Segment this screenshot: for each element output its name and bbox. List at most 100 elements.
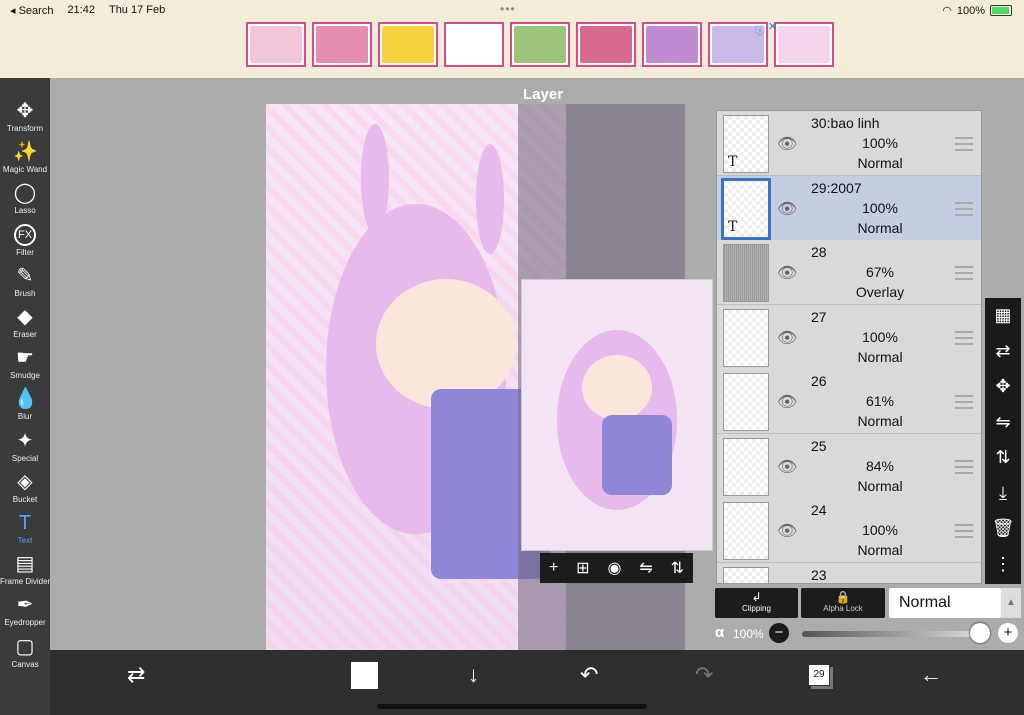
clipping-label: Clipping bbox=[742, 604, 771, 613]
layer-row[interactable]: 👁 27 100% Normal bbox=[717, 304, 981, 370]
layer-opacity: 61% bbox=[865, 393, 895, 409]
checkerboard-icon[interactable]: ▦ bbox=[985, 300, 1021, 330]
layer-opacity: 100% bbox=[862, 199, 898, 216]
status-left: ◂ Search 21:42 Thu 17 Feb bbox=[10, 4, 165, 17]
reference-icon[interactable]: ⇄ bbox=[985, 336, 1021, 366]
visibility-eye-icon[interactable]: 👁 bbox=[777, 134, 797, 154]
camera-icon[interactable]: ◉ bbox=[607, 558, 621, 578]
ad-pony-pink[interactable] bbox=[774, 22, 834, 67]
tool-text[interactable]: T Text bbox=[0, 512, 50, 552]
visibility-eye-icon[interactable]: 👁 bbox=[777, 328, 797, 348]
back-to-search-link[interactable]: ◂ Search bbox=[10, 4, 53, 17]
layer-blend-mode: Normal bbox=[857, 477, 903, 494]
move-icon[interactable]: ✥ bbox=[985, 371, 1021, 401]
clipping-button[interactable]: ↲ Clipping bbox=[715, 588, 798, 618]
tool-brush[interactable]: ✎ Brush bbox=[0, 265, 50, 305]
opacity-slider[interactable] bbox=[802, 631, 982, 637]
layer-row[interactable]: 👁 28 67% Overlay bbox=[717, 240, 981, 305]
add-layer-copy-icon[interactable]: ⊞ bbox=[576, 558, 589, 578]
opacity-slider-knob[interactable] bbox=[970, 623, 990, 643]
opacity-minus-button[interactable]: − bbox=[769, 623, 789, 643]
visibility-eye-icon[interactable]: 👁 bbox=[777, 457, 797, 477]
trash-icon[interactable]: 🗑 bbox=[985, 513, 1021, 543]
layer-opacity: 100% bbox=[862, 328, 898, 345]
undo-icon[interactable]: ↶ bbox=[580, 662, 598, 688]
tool-lasso[interactable]: ◯ Lasso bbox=[0, 182, 50, 222]
merge-down-icon[interactable]: ⤓ bbox=[985, 478, 1021, 508]
flip-h-icon[interactable]: ⇋ bbox=[639, 558, 652, 578]
flip-vertical-icon[interactable]: ⇅ bbox=[985, 442, 1021, 472]
multitasking-dots[interactable]: ••• bbox=[500, 2, 516, 16]
layer-row[interactable]: 👁 25 84% Normal bbox=[717, 433, 981, 499]
drag-handle-icon[interactable] bbox=[955, 330, 973, 345]
opacity-row: α 100% − + bbox=[715, 622, 1021, 646]
layer-row[interactable]: T 👁 30:bao linh 100% Normal bbox=[717, 111, 981, 176]
tool-transform[interactable]: ✥ Transform bbox=[0, 100, 50, 140]
blend-mode-select[interactable]: Normal bbox=[889, 588, 1001, 618]
tool-bucket[interactable]: ◈ Bucket bbox=[0, 471, 50, 511]
redo-icon[interactable]: ↷ bbox=[695, 662, 713, 688]
opacity-plus-button[interactable]: + bbox=[998, 623, 1018, 643]
ad-close-icon[interactable]: ✕ bbox=[768, 20, 777, 33]
ad-talking-cat[interactable] bbox=[246, 22, 306, 67]
tool-label: Transform bbox=[6, 124, 44, 133]
layer-row[interactable]: 👁 24 100% Normal bbox=[717, 498, 981, 563]
blend-dropdown-arrow-icon[interactable]: ▲ bbox=[1001, 588, 1021, 618]
tool-smudge[interactable]: ☛ Smudge bbox=[0, 347, 50, 387]
ad-banner[interactable] bbox=[246, 22, 834, 67]
download-arrow-icon[interactable]: ↓ bbox=[468, 662, 479, 688]
ad-ladybug[interactable] bbox=[576, 22, 636, 67]
text-layer-icon: T bbox=[728, 218, 738, 235]
ad-pony-pink-image bbox=[778, 26, 830, 63]
alpha-lock-button[interactable]: 🔒 Alpha Lock bbox=[801, 588, 885, 618]
add-layer-icon[interactable]: + bbox=[549, 559, 558, 577]
drag-handle-icon[interactable] bbox=[955, 137, 973, 151]
layer-preview[interactable] bbox=[521, 279, 713, 551]
ad-cats-image bbox=[514, 26, 566, 63]
layer-list[interactable]: T 👁 30:bao linh 100% Normal T 👁 29:2007 100% Norm… bbox=[716, 110, 982, 584]
tool-eyedropper[interactable]: ✒ Eyedropper bbox=[0, 594, 50, 634]
ad-family[interactable] bbox=[312, 22, 372, 67]
tool-eraser[interactable]: ◆ Eraser bbox=[0, 306, 50, 346]
layer-panel-title: Layer bbox=[523, 86, 564, 103]
visibility-eye-icon[interactable]: 👁 bbox=[777, 263, 797, 283]
alpha-value: 100% bbox=[733, 627, 764, 641]
tool-label: Filter bbox=[16, 247, 34, 257]
tool-blur[interactable]: 💧 Blur bbox=[0, 388, 50, 428]
ad-cats[interactable] bbox=[510, 22, 570, 67]
ad-pony-coloring[interactable] bbox=[444, 22, 504, 67]
tool-filter[interactable]: FX Filter bbox=[0, 223, 50, 264]
layer-blend-mode: Normal bbox=[857, 219, 903, 236]
visibility-eye-icon[interactable]: 👁 bbox=[777, 199, 797, 219]
back-arrow-icon[interactable]: ← bbox=[920, 662, 942, 688]
layer-blend-mode: Normal bbox=[857, 348, 903, 365]
layer-opacity: 84% bbox=[865, 457, 895, 474]
ad-moms[interactable] bbox=[642, 22, 702, 67]
flip-v-icon[interactable]: ⇅ bbox=[671, 558, 684, 578]
tool-frame-divider[interactable]: ▤ Frame Divider bbox=[0, 553, 50, 593]
tool-canvas[interactable]: ▢ Canvas bbox=[0, 636, 50, 676]
drag-handle-icon[interactable] bbox=[955, 266, 973, 280]
layer-row[interactable]: T 👁 29:2007 100% Normal bbox=[717, 175, 981, 241]
layers-button[interactable]: 29 bbox=[808, 664, 830, 686]
drag-handle-icon[interactable] bbox=[955, 395, 973, 409]
drag-handle-icon[interactable] bbox=[955, 459, 973, 474]
drag-handle-icon[interactable] bbox=[955, 201, 973, 216]
layer-row[interactable]: 👁23 bbox=[717, 562, 981, 583]
visibility-eye-icon[interactable]: 👁 bbox=[777, 392, 797, 412]
tool-magic-wand[interactable]: ✨ Magic Wand bbox=[0, 141, 50, 181]
layer-opacity: 100% bbox=[862, 522, 898, 538]
color-swatch[interactable] bbox=[351, 662, 378, 689]
visibility-eye-icon[interactable]: 👁 bbox=[777, 521, 797, 541]
battery-icon bbox=[990, 5, 1012, 16]
swap-tools-icon[interactable]: ⇄ bbox=[127, 662, 145, 688]
info-icon[interactable]: ⓘ bbox=[755, 22, 765, 37]
preview-face bbox=[582, 355, 652, 420]
more-icon[interactable]: ⋮ bbox=[985, 549, 1021, 579]
drag-handle-icon[interactable] bbox=[955, 524, 973, 538]
ad-among-us[interactable] bbox=[378, 22, 438, 67]
layer-row[interactable]: 👁 26 61% Normal bbox=[717, 369, 981, 434]
flip-horizontal-icon[interactable]: ⇋ bbox=[985, 407, 1021, 437]
tool-special[interactable]: ✦ Special bbox=[0, 430, 50, 470]
character-bunny-ear-left bbox=[361, 124, 389, 234]
